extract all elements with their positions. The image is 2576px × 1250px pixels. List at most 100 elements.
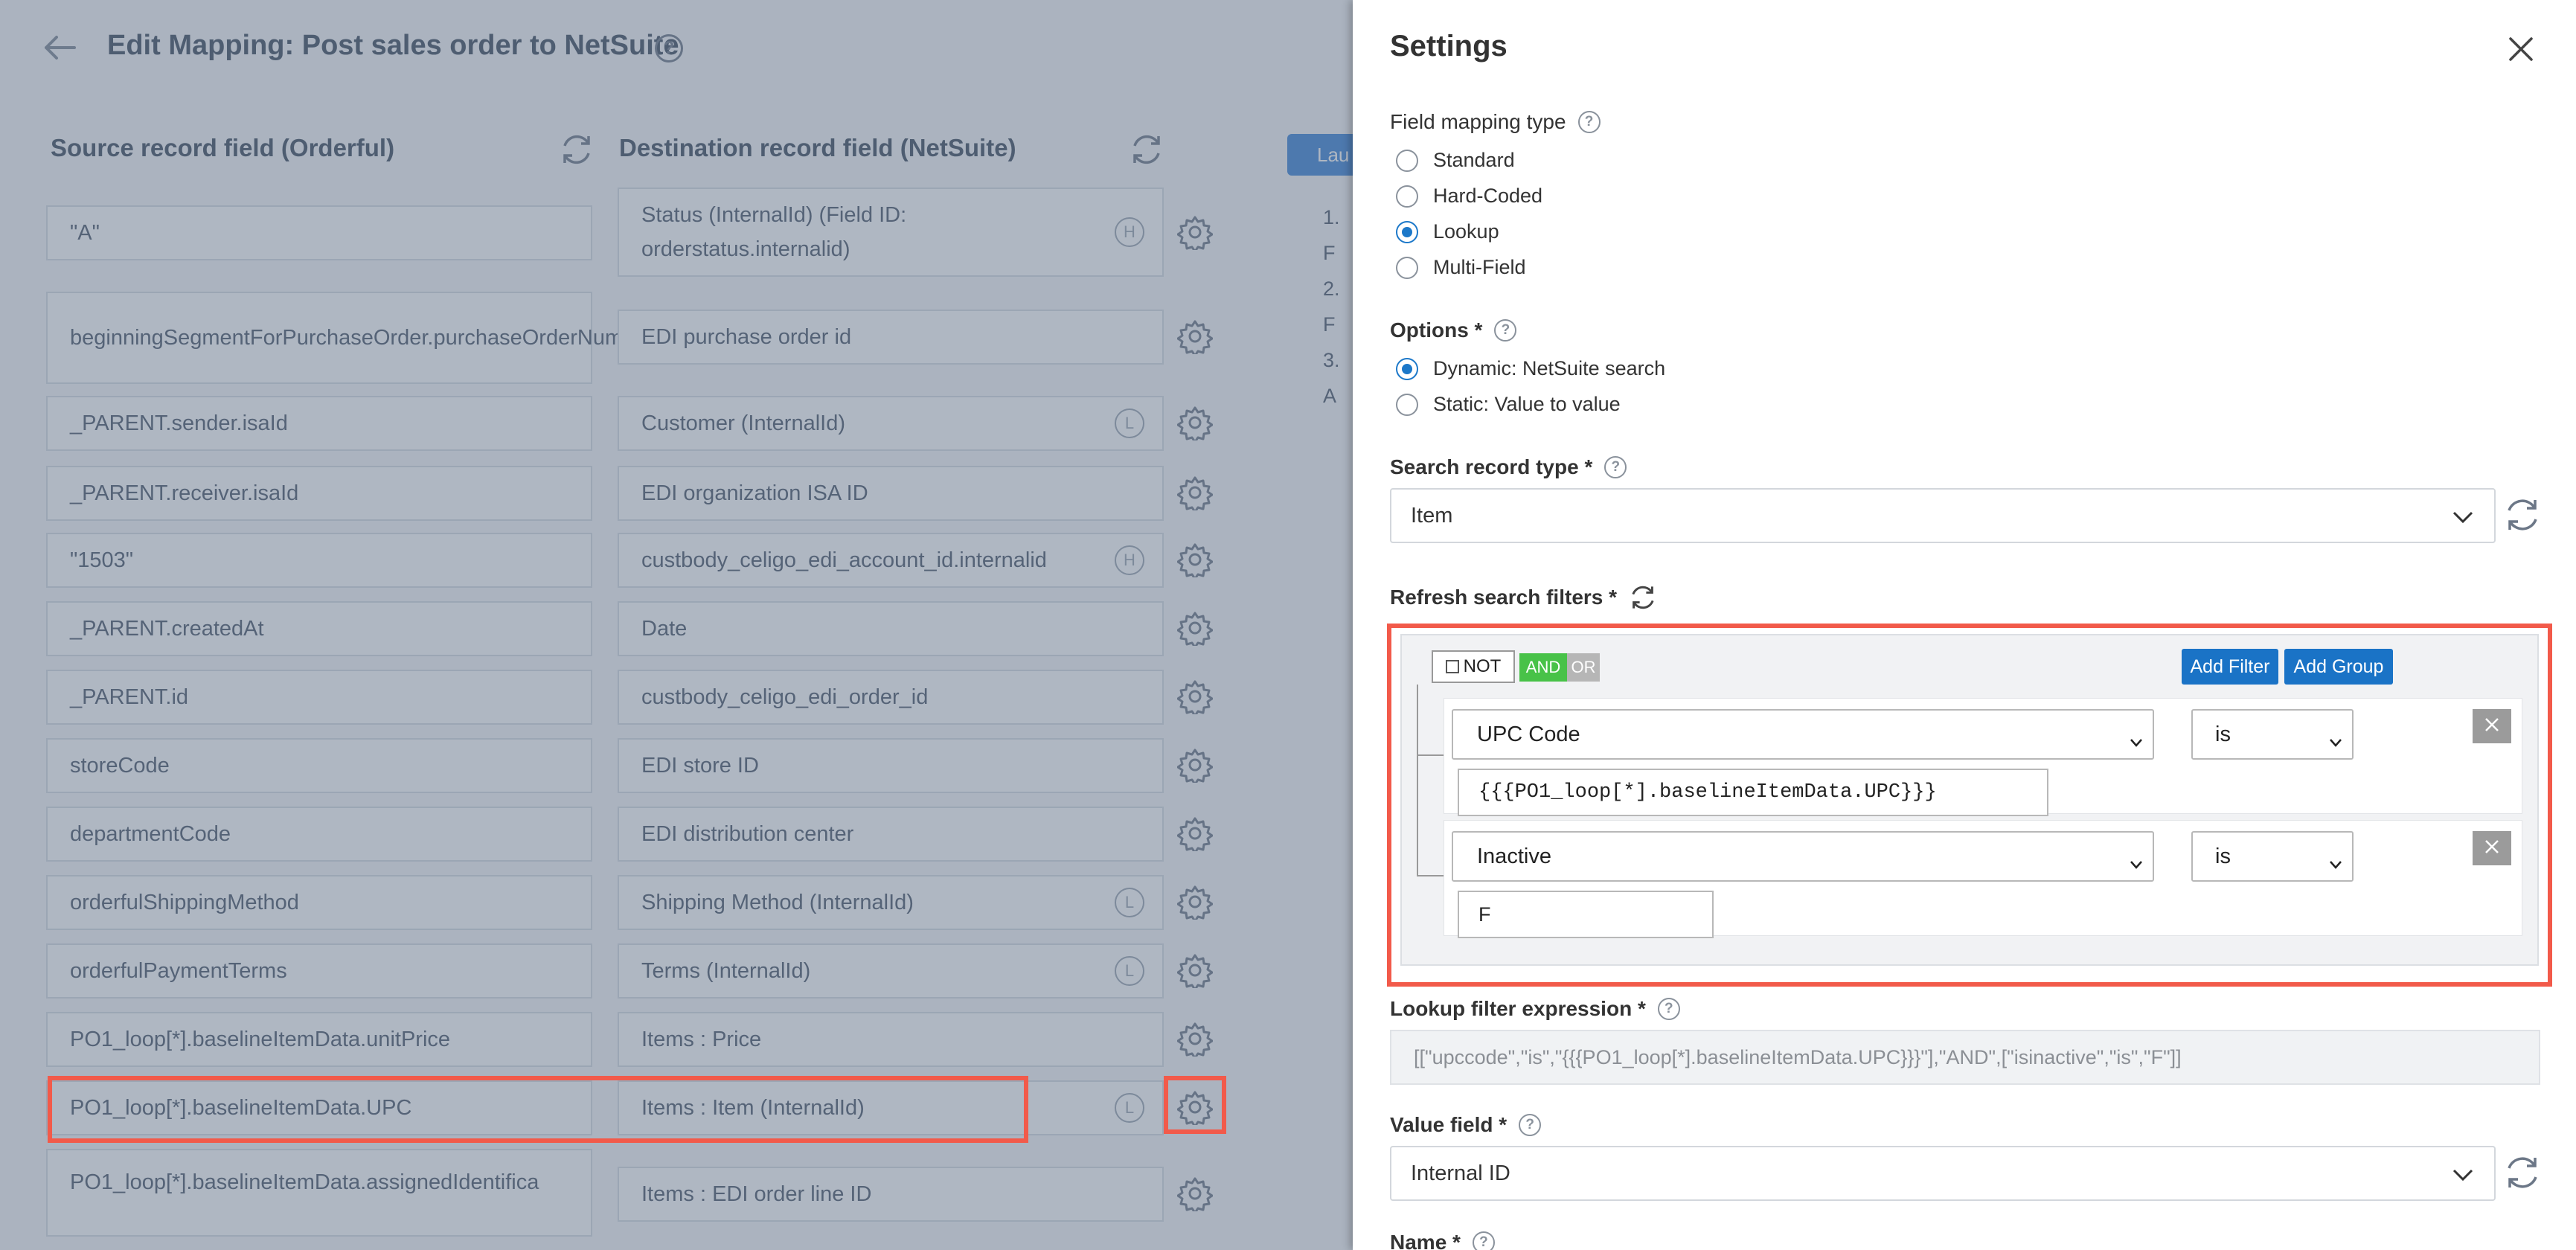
destination-field[interactable]: Items : EDI order line ID — [618, 1167, 1164, 1222]
search-record-type-select[interactable]: Item — [1390, 488, 2496, 543]
radio-dynamic-search[interactable]: Dynamic: NetSuite search — [1396, 357, 1665, 380]
refresh-icon[interactable] — [1629, 583, 1657, 612]
radio-static-value[interactable]: Static: Value to value — [1396, 393, 1621, 416]
source-field[interactable]: PO1_loop[*].baselineItemData.unitPrice — [46, 1012, 592, 1067]
chevron-down-icon — [2451, 1165, 2475, 1183]
gear-icon[interactable] — [1176, 1176, 1214, 1214]
destination-field[interactable]: EDI distribution center — [618, 807, 1164, 862]
highlight-box-filters — [1387, 624, 2552, 987]
gear-icon[interactable] — [1176, 679, 1214, 717]
page-header: Edit Mapping: Post sales order to NetSui… — [0, 0, 1354, 95]
options-label: Options * ? — [1390, 318, 1517, 342]
refresh-icon[interactable] — [2503, 1153, 2542, 1192]
lookup-filter-expression-field: [["upccode","is","{{{PO1_loop[*].baselin… — [1390, 1030, 2540, 1085]
destination-field[interactable]: EDI store ID — [618, 738, 1164, 793]
destination-field-label: Shipping Method (InternalId) — [641, 891, 914, 914]
destination-field[interactable]: EDI organization ISA ID — [618, 466, 1164, 521]
gear-icon[interactable] — [1176, 405, 1214, 443]
destination-field[interactable]: Date — [618, 601, 1164, 656]
radio-label: Standard — [1433, 149, 1515, 171]
value-field-select[interactable]: Internal ID — [1390, 1146, 2496, 1201]
close-icon[interactable] — [2505, 33, 2537, 65]
settings-panel: Settings Field mapping type ? Standard H… — [1353, 0, 2576, 1250]
settings-title: Settings — [1390, 30, 1508, 62]
radio-button-selected-icon[interactable] — [1396, 357, 1418, 380]
gear-icon[interactable] — [1176, 952, 1214, 991]
radio-lookup[interactable]: Lookup — [1396, 220, 1499, 243]
help-icon[interactable]: ? — [1657, 998, 1680, 1020]
source-field[interactable]: PO1_loop[*].baselineItemData.assignedIde… — [46, 1149, 592, 1237]
gear-icon[interactable] — [1176, 318, 1214, 357]
radio-hard-coded[interactable]: Hard-Coded — [1396, 185, 1542, 208]
source-field[interactable]: _PARENT.sender.isaId — [46, 396, 592, 451]
source-field[interactable]: departmentCode — [46, 807, 592, 862]
gear-icon[interactable] — [1176, 1089, 1214, 1128]
destination-field[interactable]: Terms (InternalId) L — [618, 943, 1164, 999]
source-field[interactable]: "A" — [46, 205, 592, 260]
refresh-search-filters-label: Refresh search filters * — [1390, 583, 1657, 612]
lookup-badge: L — [1115, 408, 1144, 438]
help-icon[interactable]: ? — [1494, 319, 1517, 342]
destination-field[interactable]: Items : Item (InternalId) L — [618, 1080, 1164, 1135]
source-refresh-icon[interactable] — [560, 132, 594, 167]
name-label: Name * ? — [1390, 1231, 1495, 1250]
help-icon[interactable]: ? — [1472, 1231, 1495, 1250]
lookup-filter-expression-label: Lookup filter expression * ? — [1390, 997, 1680, 1021]
radio-multi-field[interactable]: Multi-Field — [1396, 256, 1526, 279]
lookup-filter-expression-text: Lookup filter expression * — [1390, 997, 1646, 1020]
radio-button-icon[interactable] — [1396, 256, 1418, 279]
lookup-badge: L — [1115, 1093, 1144, 1123]
gear-icon[interactable] — [1176, 542, 1214, 580]
destination-field[interactable]: EDI purchase order id — [618, 310, 1164, 365]
source-field[interactable]: "1503" — [46, 533, 592, 588]
gear-icon[interactable] — [1176, 884, 1214, 923]
refresh-icon[interactable] — [2503, 496, 2542, 534]
source-field[interactable]: _PARENT.receiver.isaId — [46, 466, 592, 521]
destination-refresh-icon[interactable] — [1130, 132, 1164, 167]
chevron-down-icon — [2451, 507, 2475, 525]
source-field[interactable]: orderfulShippingMethod — [46, 875, 592, 930]
gear-icon[interactable] — [1176, 747, 1214, 786]
radio-button-selected-icon[interactable] — [1396, 220, 1418, 243]
destination-field[interactable]: custbody_celigo_edi_order_id — [618, 670, 1164, 725]
help-icon[interactable]: ? — [1604, 456, 1627, 478]
help-icon[interactable]: ? — [1519, 1114, 1542, 1136]
gear-icon[interactable] — [1176, 815, 1214, 854]
select-value: Internal ID — [1411, 1161, 1510, 1185]
destination-field[interactable]: Items : Price — [618, 1012, 1164, 1067]
source-field[interactable]: PO1_loop[*].baselineItemData.UPC — [46, 1080, 592, 1135]
radio-label: Multi-Field — [1433, 256, 1526, 278]
instruction-step: 3. A — [1323, 349, 1340, 407]
source-field[interactable]: storeCode — [46, 738, 592, 793]
destination-field[interactable]: Shipping Method (InternalId) L — [618, 875, 1164, 930]
destination-field[interactable]: Status (InternalId) (Field ID: orderstat… — [618, 188, 1164, 277]
source-field[interactable]: _PARENT.createdAt — [46, 601, 592, 656]
field-mapping-type-label: Field mapping type ? — [1390, 110, 1601, 134]
source-field[interactable]: beginningSegmentForPurchaseOrder.purchas… — [46, 292, 654, 384]
radio-button-icon[interactable] — [1396, 185, 1418, 208]
radio-button-icon[interactable] — [1396, 393, 1418, 416]
radio-standard[interactable]: Standard — [1396, 149, 1515, 172]
destination-field-label: Customer (InternalId) — [641, 411, 845, 435]
search-record-type-label: Search record type * ? — [1390, 455, 1627, 479]
destination-field[interactable]: Customer (InternalId) L — [618, 396, 1164, 451]
destination-field-label: custbody_celigo_edi_account_id.internali… — [641, 548, 1047, 572]
refresh-search-filters-text: Refresh search filters * — [1390, 586, 1618, 609]
gear-icon[interactable] — [1176, 610, 1214, 649]
radio-label: Dynamic: NetSuite search — [1433, 357, 1666, 379]
source-field[interactable]: orderfulPaymentTerms — [46, 943, 592, 999]
field-mapping-type-text: Field mapping type — [1390, 110, 1566, 133]
source-field[interactable]: _PARENT.id — [46, 670, 592, 725]
gear-icon[interactable] — [1176, 1021, 1214, 1060]
gear-icon[interactable] — [1176, 475, 1214, 513]
value-field-text: Value field * — [1390, 1113, 1508, 1136]
lookup-badge: L — [1115, 888, 1144, 917]
help-icon[interactable]: ? — [655, 34, 683, 62]
gear-icon[interactable] — [1176, 214, 1214, 253]
name-text: Name * — [1390, 1231, 1461, 1250]
destination-field[interactable]: custbody_celigo_edi_account_id.internali… — [618, 533, 1164, 588]
help-icon[interactable]: ? — [1577, 111, 1601, 133]
settings-header: Settings — [1353, 0, 2576, 98]
back-arrow-icon[interactable] — [42, 31, 77, 64]
radio-button-icon[interactable] — [1396, 149, 1418, 172]
